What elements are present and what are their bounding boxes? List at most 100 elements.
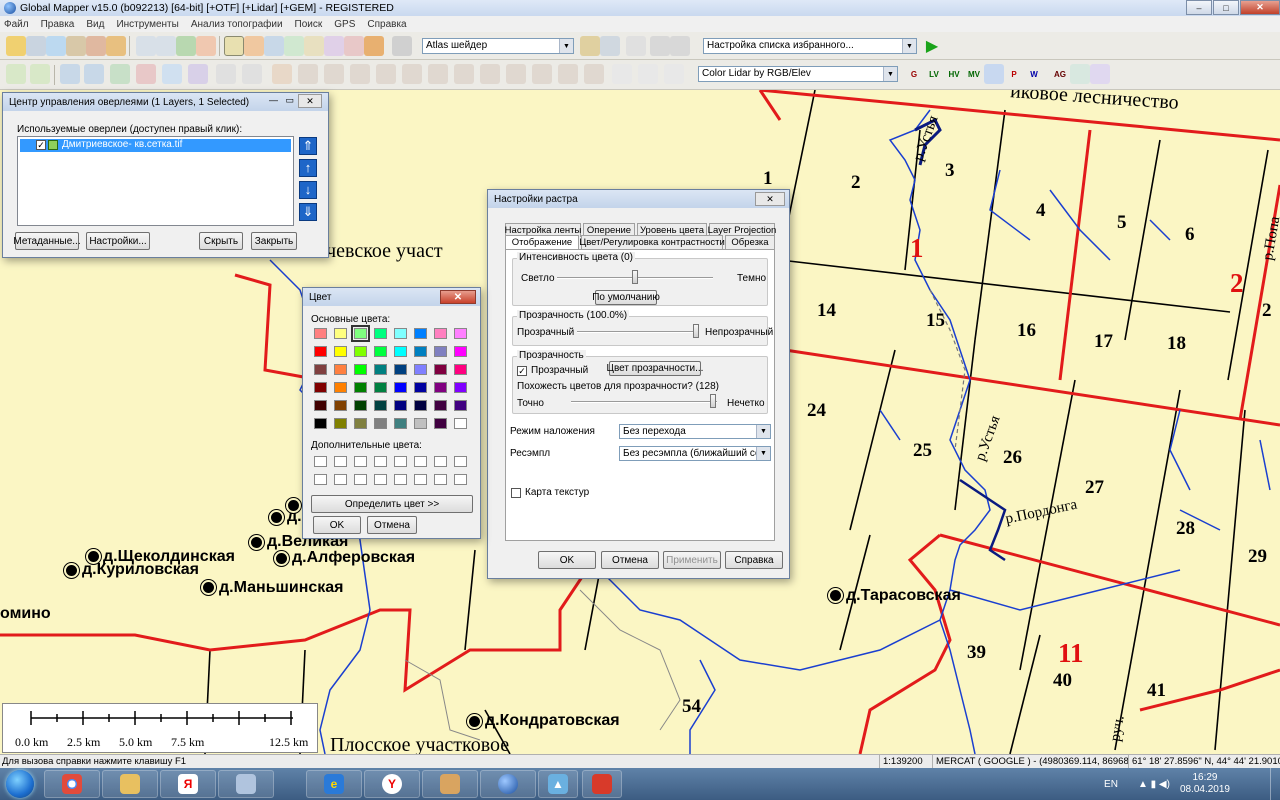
lidar-above-ground-icon[interactable]: AG <box>1050 64 1070 84</box>
minimize-button[interactable]: – <box>1186 0 1212 15</box>
move-top-icon[interactable]: ⇑ <box>299 137 317 155</box>
vertex-icon[interactable] <box>162 64 182 84</box>
custom-color-swatch[interactable] <box>434 474 447 485</box>
similarity-slider[interactable] <box>571 401 717 403</box>
tab-crop[interactable]: Обрезка <box>725 235 775 249</box>
move-down-icon[interactable]: ↓ <box>299 181 317 199</box>
show-desktop-button[interactable] <box>1270 768 1280 800</box>
default-button[interactable]: По умолчанию <box>592 290 660 305</box>
color-swatch[interactable] <box>354 364 367 375</box>
lidar-color-combo[interactable]: Color Lidar by RGB/Elev ▼ <box>698 66 898 82</box>
move-up-icon[interactable]: ↑ <box>299 159 317 177</box>
shader-options-icon[interactable] <box>580 36 600 56</box>
open-folder-icon[interactable] <box>6 36 26 56</box>
menu-help[interactable]: Справка <box>367 19 406 30</box>
taskbar-chrome[interactable] <box>44 770 100 798</box>
color-swatch[interactable] <box>374 364 387 375</box>
color-swatch[interactable] <box>334 382 347 393</box>
custom-color-swatch[interactable] <box>354 456 367 467</box>
clock[interactable]: 16:29 08.04.2019 <box>1180 772 1230 796</box>
home-icon[interactable] <box>196 36 216 56</box>
taskbar-explorer[interactable] <box>102 770 158 798</box>
split-icon[interactable] <box>350 64 370 84</box>
raster-dialog-titlebar[interactable]: Настройки растра ✕ <box>488 190 789 208</box>
color-swatch[interactable] <box>434 346 447 357</box>
tab-display[interactable]: Отображение <box>505 235 579 249</box>
custom-color-swatch[interactable] <box>414 474 427 485</box>
color-swatch[interactable] <box>334 400 347 411</box>
overlay-panel-titlebar[interactable]: Центр управления оверлеями (1 Layers, 1 … <box>3 93 328 111</box>
color-swatch[interactable] <box>354 400 367 411</box>
transparent-checkbox[interactable]: ✓ <box>517 366 527 376</box>
fill-icon[interactable] <box>584 64 604 84</box>
color-swatch[interactable] <box>414 328 427 339</box>
list-item[interactable]: ✓ Дмитриевское- кв.сетка.tif <box>20 139 291 152</box>
color-swatch[interactable] <box>414 400 427 411</box>
play-icon[interactable]: ▶ <box>922 36 942 56</box>
color-swatch[interactable] <box>354 418 367 429</box>
color-swatch[interactable] <box>354 346 367 357</box>
cancel-button[interactable]: Отмена <box>601 551 659 569</box>
feature-icon[interactable] <box>364 36 384 56</box>
restore-icon[interactable]: ▭ <box>285 95 294 106</box>
color-swatch[interactable] <box>314 346 327 357</box>
color-swatch[interactable] <box>374 382 387 393</box>
define-color-button[interactable]: Определить цвет >> <box>311 495 473 513</box>
snap-icon[interactable] <box>136 64 156 84</box>
grid-select-icon[interactable] <box>188 64 208 84</box>
color-swatch[interactable] <box>394 364 407 375</box>
color-swatch[interactable] <box>454 328 467 339</box>
custom-color-swatch[interactable] <box>374 456 387 467</box>
blend-mode-select[interactable]: Без перехода ▼ <box>619 424 771 439</box>
lidar-filter-icon[interactable] <box>1070 64 1090 84</box>
settings-button[interactable]: Настройки... <box>86 232 150 250</box>
menu-edit[interactable]: Правка <box>41 19 75 30</box>
page-icon[interactable] <box>650 36 670 56</box>
similarity-slider-thumb[interactable] <box>709 394 716 408</box>
custom-color-swatch[interactable] <box>434 456 447 467</box>
color-swatch[interactable] <box>434 400 447 411</box>
lidar-person-icon[interactable]: P <box>1004 64 1024 84</box>
ok-button[interactable]: OK <box>313 516 361 534</box>
cut-icon[interactable] <box>324 64 344 84</box>
color-swatch[interactable] <box>334 364 347 375</box>
scale-icon[interactable] <box>506 64 526 84</box>
lidar-select-icon[interactable] <box>638 64 658 84</box>
edit-area-icon[interactable] <box>30 64 50 84</box>
color-swatch[interactable] <box>394 382 407 393</box>
color-swatch[interactable] <box>314 328 327 339</box>
lidar-grid-icon[interactable] <box>1090 64 1110 84</box>
color-swatch[interactable] <box>374 400 387 411</box>
lidar-profile-icon[interactable] <box>664 64 684 84</box>
color-swatch[interactable] <box>351 325 370 342</box>
color-swatch[interactable] <box>454 400 467 411</box>
color-swatch[interactable] <box>314 382 327 393</box>
layers-icon[interactable] <box>66 36 86 56</box>
color-swatch[interactable] <box>354 382 367 393</box>
taskbar-global-mapper[interactable] <box>480 770 536 798</box>
menu-file[interactable]: Файл <box>4 19 29 30</box>
taskbar-yandex-browser[interactable]: Y <box>364 770 420 798</box>
close-icon[interactable]: ✕ <box>440 290 476 304</box>
texture-map-checkbox[interactable] <box>511 488 521 498</box>
menu-search[interactable]: Поиск <box>295 19 323 30</box>
pan-tool-icon[interactable] <box>244 36 264 56</box>
edit-line-icon[interactable] <box>84 64 104 84</box>
lidar-tool-icon[interactable] <box>612 64 632 84</box>
color-swatch[interactable] <box>434 418 447 429</box>
smooth-icon[interactable] <box>428 64 448 84</box>
close-button[interactable]: ✕ <box>1240 0 1280 15</box>
taskbar-app[interactable] <box>582 770 622 798</box>
lidar-water-icon[interactable]: W <box>1024 64 1044 84</box>
taskbar-monitor[interactable] <box>218 770 274 798</box>
custom-color-swatch[interactable] <box>354 474 367 485</box>
taskbar-ie[interactable]: e <box>306 770 362 798</box>
color-swatch[interactable] <box>374 328 387 339</box>
color-swatch[interactable] <box>394 328 407 339</box>
metadata-button[interactable]: Метаданные... <box>13 232 81 250</box>
color-swatch[interactable] <box>374 418 387 429</box>
join-icon[interactable] <box>376 64 396 84</box>
maximize-button[interactable]: □ <box>1213 0 1239 15</box>
transparent-color-button[interactable]: Цвет прозрачности... <box>607 361 703 376</box>
color-swatch[interactable] <box>454 382 467 393</box>
